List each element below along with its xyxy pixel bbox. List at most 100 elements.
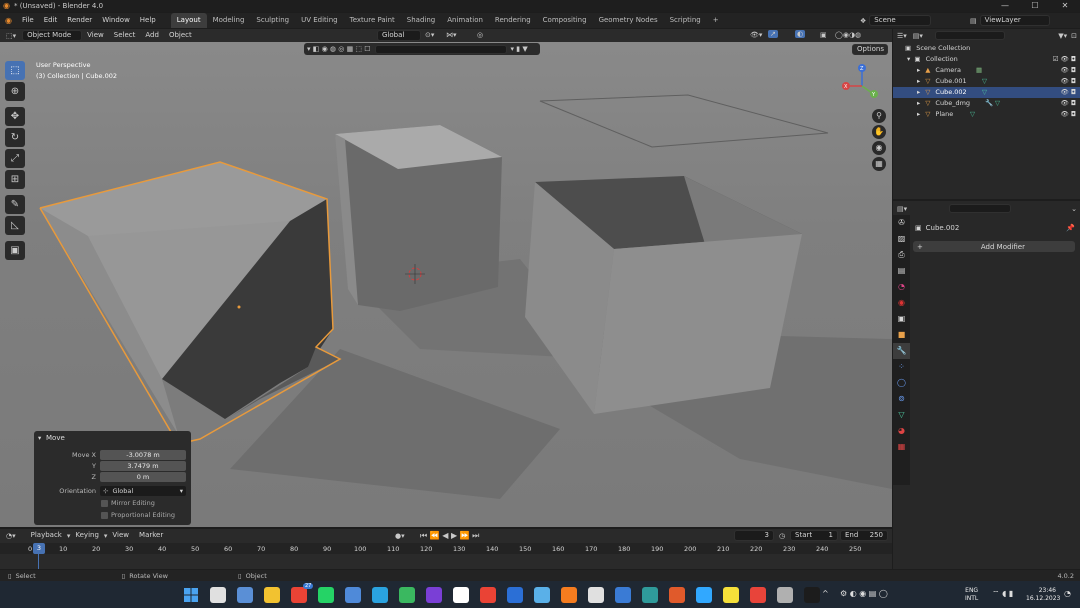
pivot-icon[interactable]: ⊙▾ xyxy=(425,31,434,39)
minimize-button[interactable]: — xyxy=(990,0,1020,12)
world-tab-icon[interactable]: ◉ xyxy=(893,295,910,311)
material-tab-icon[interactable]: ◕ xyxy=(893,423,910,439)
expand-icon[interactable]: ▸ xyxy=(917,88,920,96)
tab-rendering[interactable]: Rendering xyxy=(489,13,537,28)
rotate-tool-icon[interactable]: ↻ xyxy=(5,128,25,147)
annotate-tool-icon[interactable]: ✎ xyxy=(5,195,25,214)
overlay-toggle-icon[interactable]: ◐ xyxy=(795,30,806,38)
scene-tab-icon[interactable]: ◔ xyxy=(893,279,910,295)
item-visibility-icons[interactable]: 👁 ◘ xyxy=(1061,65,1076,76)
item-visibility-icons[interactable]: 👁 ◘ xyxy=(1061,109,1076,120)
notifications-icon[interactable]: ◔ xyxy=(1064,589,1071,598)
windows-start-icon[interactable] xyxy=(183,587,199,603)
transform-tool-icon[interactable]: ⊞ xyxy=(5,170,25,189)
timeline-menu-playback[interactable]: Playback xyxy=(26,529,67,542)
tray-apps-icon[interactable]: ⚙ ◐ ◉ ▤ ◯ xyxy=(840,589,888,598)
preview-range-icon[interactable]: ◷ xyxy=(779,532,785,540)
collection-visibility-icons[interactable]: ☑ 👁 ◘ xyxy=(1053,54,1076,65)
proportional-editing-checkbox[interactable] xyxy=(101,511,108,519)
move-z-field[interactable]: 0 m xyxy=(100,472,186,482)
current-frame-field[interactable]: 3 xyxy=(734,530,774,541)
outliner-item-camera[interactable]: ▸ ▲ Camera ▦ 👁 ◘ xyxy=(893,65,1080,76)
taskbar-app-icon[interactable] xyxy=(641,586,658,603)
tab-texture-paint[interactable]: Texture Paint xyxy=(344,13,401,28)
outliner-editor-icon[interactable]: ☰▾ xyxy=(897,32,907,40)
ortho-grid-icon[interactable]: ▦ xyxy=(872,157,886,171)
maximize-button[interactable]: ☐ xyxy=(1020,0,1050,12)
visibility-icon[interactable]: 👁▾ xyxy=(750,31,762,39)
taskbar-app-icon[interactable] xyxy=(614,586,631,603)
new-collection-icon[interactable]: ⊡ xyxy=(1071,32,1077,40)
constraints-tab-icon[interactable]: ⊚ xyxy=(893,391,910,407)
properties-options-icon[interactable]: ⌄ xyxy=(1071,205,1077,213)
scene-field[interactable]: Scene xyxy=(869,15,932,26)
vp-menu-view[interactable]: View xyxy=(82,29,109,42)
tray-chevron-icon[interactable]: ^ xyxy=(822,589,829,598)
xray-icon[interactable]: ▣ xyxy=(820,31,827,39)
tab-layout[interactable]: Layout xyxy=(170,13,207,28)
filter-funnel-icon[interactable]: ▾ ▮ ▼ xyxy=(511,45,528,53)
taskbar-app-icon[interactable] xyxy=(533,586,550,603)
taskbar-app-icon[interactable] xyxy=(236,586,253,603)
taskbar-app-icon[interactable] xyxy=(506,586,523,603)
move-x-field[interactable]: -3.0078 m xyxy=(100,450,186,460)
taskbar-app-icon[interactable] xyxy=(776,586,793,603)
collection-tab-icon[interactable]: ▣ xyxy=(893,311,910,327)
proportional-editing-option[interactable]: Proportional Editing xyxy=(101,511,175,519)
output-tab-icon[interactable]: ⎙ xyxy=(893,247,910,263)
select-box-icon[interactable]: ⬚ xyxy=(5,61,25,80)
menu-window[interactable]: Window xyxy=(97,13,135,28)
tab-compositing[interactable]: Compositing xyxy=(537,13,593,28)
taskbar-app-icon[interactable] xyxy=(479,586,496,603)
options-dropdown[interactable]: Options xyxy=(852,44,888,55)
view-layer-field[interactable]: ViewLayer xyxy=(979,15,1050,26)
particles-tab-icon[interactable]: ⁘ xyxy=(893,359,910,375)
outliner-item-cube-002[interactable]: ▸ ▽ Cube.002 ▽ 👁 ◘ xyxy=(893,87,1080,98)
vp-menu-select[interactable]: Select xyxy=(109,29,141,42)
measure-tool-icon[interactable]: ◺ xyxy=(5,216,25,235)
view-layer-selector[interactable]: ▤ ViewLayer xyxy=(970,15,1050,26)
vp-menu-object[interactable]: Object xyxy=(164,29,197,42)
expand-icon[interactable]: ▸ xyxy=(917,99,920,107)
tab-sculpting[interactable]: Sculpting xyxy=(250,13,295,28)
move-y-field[interactable]: 3.7479 m xyxy=(100,461,186,471)
clock[interactable]: 23:46 16.12.2023 xyxy=(1026,587,1060,603)
taskbar-app-icon[interactable] xyxy=(668,586,685,603)
timeline-menu-view[interactable]: View xyxy=(107,529,134,542)
data-tab-icon[interactable]: ▽ xyxy=(893,407,910,423)
timeline-editor-icon[interactable]: ◔▾ xyxy=(6,532,16,540)
record-icon[interactable]: ●▾ xyxy=(395,532,405,540)
menu-help[interactable]: Help xyxy=(135,13,161,28)
taskbar-app-icon[interactable] xyxy=(317,586,334,603)
outliner-collection[interactable]: ▾ ▣ Collection ☑ 👁 ◘ xyxy=(893,54,1080,65)
taskbar-app-icon[interactable] xyxy=(344,586,361,603)
proportional-icon[interactable]: ◎ xyxy=(477,31,483,39)
blender-menu-icon[interactable]: ◉ xyxy=(0,13,17,28)
end-frame-field[interactable]: End 250 xyxy=(840,530,888,541)
tab-uv-editing[interactable]: UV Editing xyxy=(295,13,344,28)
item-visibility-icons[interactable]: 👁 ◘ xyxy=(1061,98,1076,109)
outliner-search-input[interactable] xyxy=(934,31,1005,40)
item-visibility-icons[interactable]: 👁 ◘ xyxy=(1061,87,1076,98)
gizmo-toggle-icon[interactable]: ↗ xyxy=(768,30,778,38)
snap-icon[interactable]: ⋈▾ xyxy=(446,31,457,39)
shading-modes-icon[interactable]: ◯◉◑◍ xyxy=(835,31,861,39)
tab-animation[interactable]: Animation xyxy=(441,13,489,28)
viewport-search-input[interactable] xyxy=(374,44,507,54)
outliner-item-plane[interactable]: ▸ ▽ Plane ▽ 👁 ◘ xyxy=(893,109,1080,120)
close-button[interactable]: ✕ xyxy=(1050,0,1080,12)
tab-geometry-nodes[interactable]: Geometry Nodes xyxy=(593,13,664,28)
add-workspace-icon[interactable]: + xyxy=(707,13,725,28)
expand-chevron-icon[interactable]: ▾ xyxy=(907,55,910,63)
timeline-menu-marker[interactable]: Marker xyxy=(134,529,168,542)
taskbar-app-icon[interactable] xyxy=(587,586,604,603)
taskbar-app-icon[interactable] xyxy=(452,586,469,603)
outliner-scene-collection[interactable]: ▣ Scene Collection xyxy=(893,43,1080,54)
menu-render[interactable]: Render xyxy=(62,13,97,28)
menu-file[interactable]: File xyxy=(17,13,39,28)
add-modifier-button[interactable]: + Add Modifier xyxy=(913,241,1075,252)
properties-search-input[interactable] xyxy=(949,204,1012,213)
taskbar-app-icon[interactable] xyxy=(695,586,712,603)
vp-menu-add[interactable]: Add xyxy=(140,29,164,42)
plane-object[interactable] xyxy=(539,94,829,148)
